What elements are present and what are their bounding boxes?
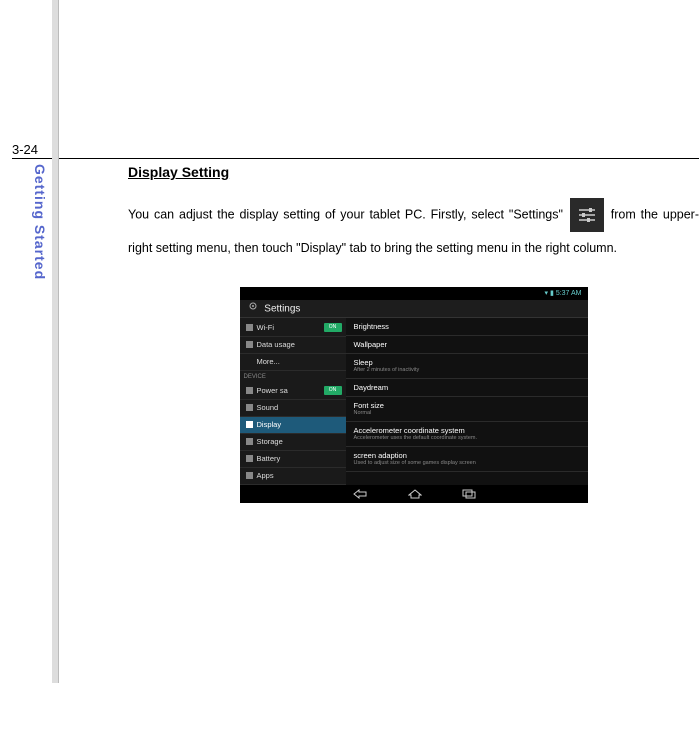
storage-icon (246, 438, 253, 445)
sidebar-item-storage[interactable]: Storage (240, 434, 346, 451)
battery-icon: ▮ (550, 290, 554, 297)
wifi-icon (246, 324, 253, 331)
option-accelerometer[interactable]: Accelerometer coordinate system Accelero… (346, 422, 588, 447)
option-sub: After 2 minutes of inactivity (354, 367, 580, 374)
heading-display-setting: Display Setting (128, 164, 699, 180)
option-daydream[interactable]: Daydream (346, 379, 588, 397)
data-usage-icon (246, 341, 253, 348)
settings-screenshot: ▾ ▮ 5:37 AM Settings Wi-Fi ON Data usage (240, 287, 588, 503)
sidebar-item-wifi[interactable]: Wi-Fi ON (240, 320, 346, 337)
sidebar-item-label: Apps (257, 467, 274, 484)
option-title: Font size (354, 401, 580, 410)
sidebar-item-more[interactable]: More... (240, 354, 346, 371)
section-tab: Getting Started (32, 164, 48, 280)
display-icon (246, 421, 253, 428)
option-title: Brightness (354, 322, 580, 331)
option-sub: Accelerometer uses the default coordinat… (354, 435, 580, 442)
option-brightness[interactable]: Brightness (346, 318, 588, 336)
sidebar-item-label: More... (257, 353, 280, 370)
sidebar-item-battery[interactable]: Battery (240, 451, 346, 468)
sidebar-item-data-usage[interactable]: Data usage (240, 337, 346, 354)
body-text-1: You can adjust the display setting of yo… (128, 207, 563, 221)
sidebar-item-display[interactable]: Display (240, 417, 346, 434)
sidebar-item-apps[interactable]: Apps (240, 468, 346, 485)
sidebar-item-label: Data usage (257, 336, 295, 353)
option-sub: Normal (354, 410, 580, 417)
settings-main: Wi-Fi ON Data usage More... DEVICE Power… (240, 318, 588, 485)
option-sleep[interactable]: Sleep After 2 minutes of inactivity (346, 354, 588, 379)
sidebar-item-power-saving[interactable]: Power sa ON (240, 383, 346, 400)
sidebar-item-label: Wi-Fi (257, 319, 275, 336)
sidebar-item-label: Display (257, 416, 282, 433)
horizontal-rule (12, 158, 699, 159)
power-toggle[interactable]: ON (324, 386, 342, 395)
back-icon[interactable] (352, 489, 368, 499)
wifi-icon: ▾ (545, 290, 549, 297)
option-font-size[interactable]: Font size Normal (346, 397, 588, 422)
settings-sidebar: Wi-Fi ON Data usage More... DEVICE Power… (240, 318, 346, 485)
wifi-toggle[interactable]: ON (324, 323, 342, 332)
battery-icon (246, 455, 253, 462)
power-icon (246, 387, 253, 394)
sidebar-item-label: Power sa (257, 382, 288, 399)
recent-icon[interactable] (462, 489, 476, 499)
settings-detail-pane: Brightness Wallpaper Sleep After 2 minut… (346, 318, 588, 485)
page-number: 3-24 (12, 142, 38, 157)
option-title: Sleep (354, 358, 580, 367)
home-icon[interactable] (408, 489, 422, 499)
android-navbar (240, 485, 588, 503)
gear-icon (248, 300, 258, 318)
option-title: Daydream (354, 383, 580, 392)
content-area: Display Setting You can adjust the displ… (128, 164, 699, 503)
settings-header: Settings (240, 300, 588, 318)
status-time: 5:37 AM (556, 290, 582, 297)
option-title: Accelerometer coordinate system (354, 426, 580, 435)
sidebar-item-label: Sound (257, 399, 279, 416)
sidebar-item-sound[interactable]: Sound (240, 400, 346, 417)
status-bar: ▾ ▮ 5:37 AM (240, 287, 588, 300)
option-screen-adaption[interactable]: screen adaption Used to adjust size of s… (346, 447, 588, 472)
settings-sliders-icon (570, 198, 604, 232)
sidebar-item-label: Storage (257, 433, 283, 450)
option-title: screen adaption (354, 451, 580, 460)
sound-icon (246, 404, 253, 411)
apps-icon (246, 472, 253, 479)
body-paragraph: You can adjust the display setting of yo… (128, 198, 699, 265)
sidebar-section-device: DEVICE (240, 371, 346, 383)
option-sub: Used to adjust size of some games displa… (354, 460, 580, 467)
option-title: Wallpaper (354, 340, 580, 349)
settings-title: Settings (264, 303, 300, 314)
vertical-divider-thin (58, 0, 59, 683)
option-wallpaper[interactable]: Wallpaper (346, 336, 588, 354)
sidebar-item-label: Battery (257, 450, 281, 467)
